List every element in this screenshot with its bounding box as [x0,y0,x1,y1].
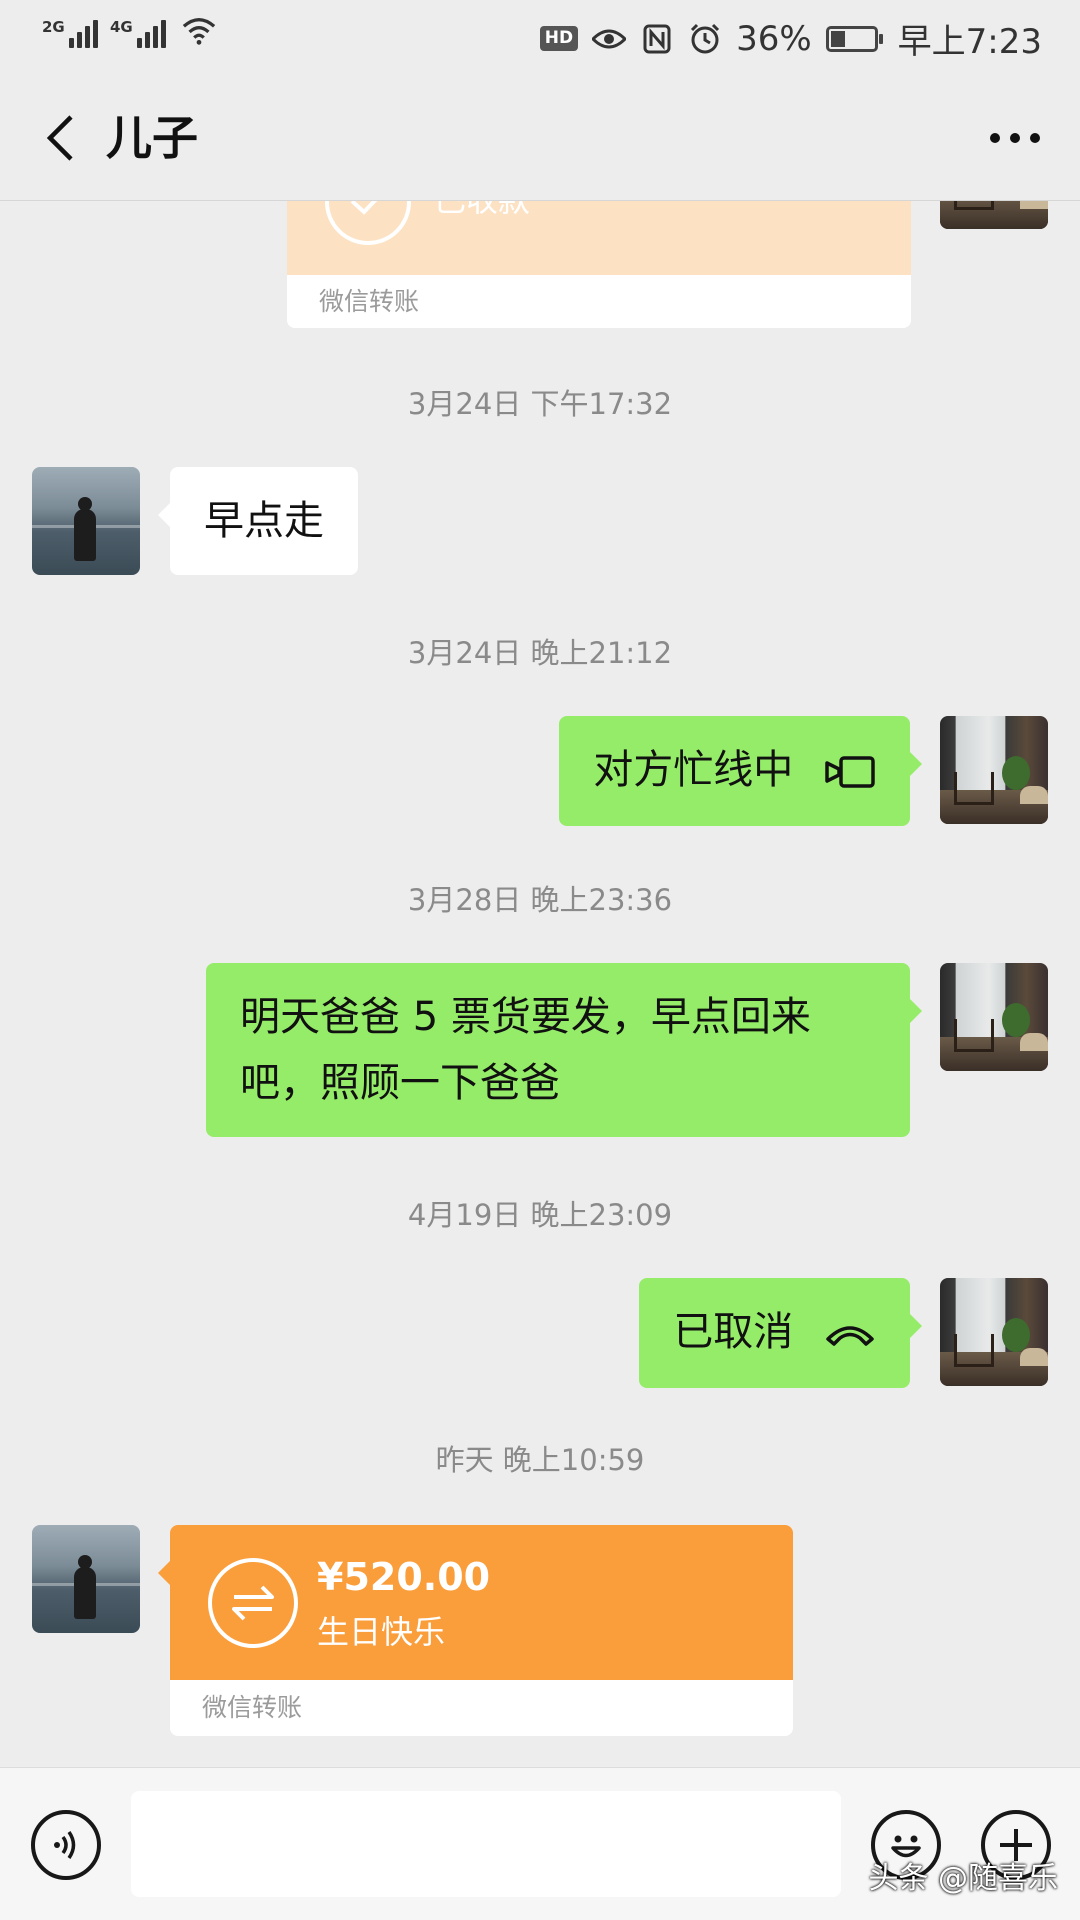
message-timestamp: 3月24日 晚上21:12 [407,636,673,670]
avatar-self[interactable] [940,201,1048,229]
message-text: 早点走 [204,498,324,544]
more-options-button[interactable] [980,106,1050,170]
alarm-icon [688,22,722,56]
eye-icon [592,22,627,56]
watermark: 头条 @随喜乐 [868,1861,1058,1896]
chat-header: 儿子 [0,76,1080,201]
transfer-card-received[interactable]: 已收款 微信转账 [287,201,911,328]
signal-4g-icon: 4G [108,18,166,48]
message-timestamp: 3月28日 晚上23:36 [407,883,673,917]
transfer-card[interactable]: ¥520.00 生日快乐 微信转账 [158,1525,793,1736]
call-bubble-cancelled[interactable]: 已取消 [639,1278,922,1388]
chat-title: 儿子 [106,111,198,165]
message-bubble-sent[interactable]: 明天爸爸 5 票货要发，早点回来 吧，照顾一下爸爸 [206,963,922,1137]
transfer-amount: ¥520.00 [317,1555,491,1599]
message-list[interactable]: 已收款 微信转账 3月24日 下午17:32 早点走 3月24日 晚上21:12… [0,201,1080,1767]
nfc-icon [640,22,674,56]
phone-hangup-icon [824,1301,876,1367]
avatar-self[interactable] [940,963,1048,1071]
voice-button[interactable] [31,1810,101,1880]
network-type-label: 2G [42,18,65,36]
message-text-line: 吧，照顾一下爸爸 [240,1060,560,1106]
transfer-done-icon [325,201,411,245]
message-text: 已取消 [673,1309,794,1355]
wifi-icon [182,14,216,48]
chat-screen: 2G 4G HD 36% 早上7:23 儿子 微信转账 3月24日 下午17:3… [0,0,1080,1920]
signal-2g-icon: 2G [40,18,98,48]
status-left: 2G 4G [40,14,216,48]
transfer-status: 已收款 [434,201,530,221]
message-bubble-received[interactable]: 早点走 [158,467,358,575]
call-bubble-busy[interactable]: 对方忙线中 [559,716,922,826]
clock: 早上7:23 [897,22,1042,62]
status-bar: 2G 4G HD 36% 早上7:23 [0,0,1080,76]
avatar-self[interactable] [940,716,1048,824]
battery-percent: 36% [736,18,812,59]
message-input[interactable] [131,1791,841,1897]
transfer-icon [208,1558,298,1648]
message-text-line: 明天爸爸 5 票货要发，早点回来 [240,994,811,1040]
status-right: HD 36% 早上7:23 [539,14,1042,63]
video-call-icon [824,739,876,805]
transfer-note: 生日快乐 [317,1613,446,1651]
avatar-self[interactable] [940,1278,1048,1386]
message-timestamp: 4月19日 晚上23:09 [407,1198,673,1232]
voice-icon [54,1831,76,1859]
network-type-label: 4G [110,18,133,36]
hd-badge: HD [539,26,579,51]
avatar-contact[interactable] [32,1525,140,1633]
transfer-footer: 微信转账 [287,275,911,328]
input-bar: 头条 @随喜乐 [0,1767,1080,1920]
message-timestamp: 昨天 晚上10:59 [435,1443,645,1477]
more-icon [990,133,1040,143]
message-text: 对方忙线中 [593,747,794,793]
message-timestamp: 3月24日 下午17:32 [407,387,673,421]
avatar-contact[interactable] [32,467,140,575]
transfer-footer: 微信转账 [170,1680,793,1736]
back-button[interactable] [30,106,90,170]
battery-icon [825,25,883,52]
chevron-left-icon [46,115,73,161]
